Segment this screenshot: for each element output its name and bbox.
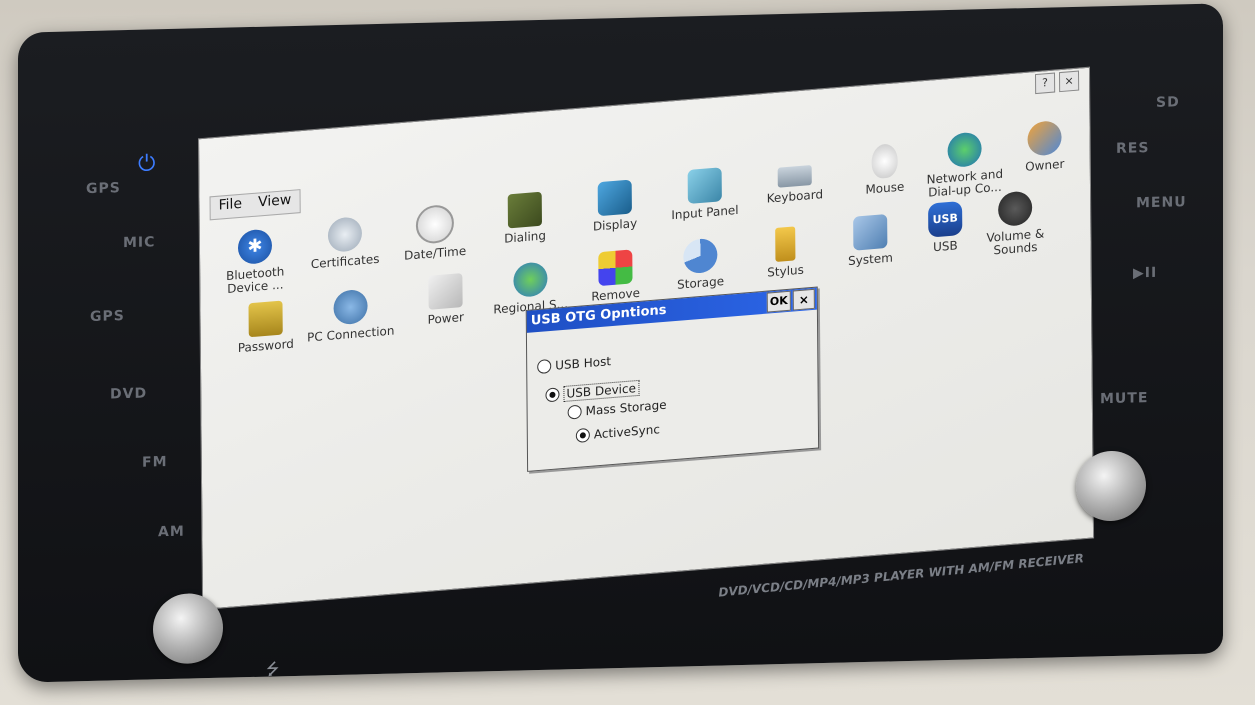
photo-scene: ⏻ GPS MIC GPS DVD FM AM SD RES MENU ▶II … xyxy=(0,0,1255,705)
window-title-buttons: ? × xyxy=(1034,70,1080,95)
keyboard-icon xyxy=(777,165,812,188)
right-tuning-knob[interactable] xyxy=(1076,450,1146,522)
power-plug-icon xyxy=(428,273,463,310)
ok-button[interactable]: OK xyxy=(766,290,791,313)
option-mass-storage[interactable]: Mass Storage xyxy=(567,397,667,420)
right-button-mute[interactable]: MUTE xyxy=(1100,390,1148,407)
owner-icon xyxy=(1027,119,1062,157)
storage-pie-icon xyxy=(683,237,718,275)
control-panel-network[interactable]: Network and Dial-up Co... xyxy=(919,129,1010,200)
control-panel-volume[interactable]: Volume & Sounds xyxy=(970,188,1061,259)
control-panel-password[interactable]: Password xyxy=(220,298,310,356)
globe-icon xyxy=(513,261,548,298)
lock-icon xyxy=(248,300,283,338)
system-icon xyxy=(853,213,888,251)
control-panel-datetime[interactable]: Date/Time xyxy=(390,202,480,264)
control-panel-keyboard[interactable]: Keyboard xyxy=(750,153,840,207)
icon-label: Input Panel xyxy=(671,202,739,223)
icon-label: Power xyxy=(427,309,464,327)
control-panel-mouse[interactable]: Mouse xyxy=(840,141,930,199)
option-label: USB Host xyxy=(555,354,612,373)
control-panel-stylus[interactable]: Stylus xyxy=(740,224,830,282)
left-button-dvd[interactable]: DVD xyxy=(110,386,147,403)
radio-usb-host[interactable] xyxy=(537,358,552,375)
car-stereo-unit: ⏻ GPS MIC GPS DVD FM AM SD RES MENU ▶II … xyxy=(18,3,1223,683)
close-button[interactable]: × xyxy=(1058,70,1080,93)
option-activesync[interactable]: ActiveSync xyxy=(575,422,660,443)
left-button-am[interactable]: AM xyxy=(158,524,185,541)
menu-bar: File View xyxy=(209,189,301,221)
control-panel-power[interactable]: Power xyxy=(400,271,490,329)
icon-label: Password xyxy=(237,336,294,356)
network-icon xyxy=(947,131,982,169)
control-panel-remove[interactable]: Remove xyxy=(570,247,660,305)
certificates-icon xyxy=(327,216,363,253)
icon-label: Date/Time xyxy=(404,243,467,263)
clock-icon xyxy=(415,203,455,245)
usb-port-icon: ⭍ xyxy=(266,659,280,679)
dialog-close-button[interactable]: × xyxy=(792,288,815,311)
control-panel-storage[interactable]: Storage xyxy=(655,235,745,293)
right-button-res[interactable]: RES xyxy=(1116,140,1149,157)
option-usb-device[interactable]: USB Device xyxy=(545,379,640,403)
left-button-mic[interactable]: MIC xyxy=(123,234,155,251)
menu-view[interactable]: View xyxy=(250,190,299,216)
right-button-menu[interactable]: MENU xyxy=(1136,194,1187,211)
power-icon[interactable]: ⏻ xyxy=(138,151,155,176)
menu-file[interactable]: File xyxy=(211,194,251,219)
phone-icon xyxy=(507,191,542,229)
usb-icon: USB xyxy=(928,200,963,238)
mouse-icon xyxy=(871,143,898,180)
control-panel-input-panel[interactable]: Input Panel xyxy=(660,165,750,223)
option-label: ActiveSync xyxy=(593,422,660,442)
icon-label: Certificates xyxy=(310,251,380,272)
icon-label: Mouse xyxy=(865,179,905,197)
display-icon xyxy=(597,179,632,217)
remove-programs-icon xyxy=(598,249,633,287)
left-button-fm[interactable]: FM xyxy=(142,454,168,471)
control-panel-pc-connection[interactable]: PC Connection xyxy=(305,286,395,345)
radio-activesync[interactable] xyxy=(575,427,590,443)
input-panel-icon xyxy=(687,167,722,204)
icon-label: PC Connection xyxy=(307,323,395,345)
option-label: USB Device xyxy=(563,379,640,402)
icon-label: Keyboard xyxy=(766,187,824,206)
pc-connection-icon xyxy=(333,288,368,326)
control-panel-owner[interactable]: Owner xyxy=(999,118,1089,176)
icon-label: Display xyxy=(592,216,638,234)
speaker-icon xyxy=(998,190,1033,228)
icon-label: Storage xyxy=(677,274,725,292)
radio-usb-device[interactable] xyxy=(545,387,560,403)
control-panel-certificates[interactable]: Certificates xyxy=(300,214,390,272)
stylus-icon xyxy=(775,226,796,262)
bluetooth-icon: ✱ xyxy=(237,228,273,266)
icon-label: Volume & Sounds xyxy=(986,226,1045,258)
control-panel-dialing[interactable]: Dialing xyxy=(480,189,570,247)
icon-label: Stylus xyxy=(767,262,804,280)
icon-label: Owner xyxy=(1025,156,1065,174)
right-button-play-pause[interactable]: ▶II xyxy=(1133,265,1157,282)
left-volume-knob[interactable] xyxy=(153,592,223,665)
device-screen: ? × File View ✱ Bluetooth Device ... Cer… xyxy=(198,66,1095,611)
help-button[interactable]: ? xyxy=(1034,72,1056,95)
option-label: Mass Storage xyxy=(585,397,667,419)
control-panel-bluetooth[interactable]: ✱ Bluetooth Device ... xyxy=(210,226,301,297)
right-button-sd[interactable]: SD xyxy=(1156,94,1180,111)
icon-label: Dialing xyxy=(504,228,547,246)
option-usb-host[interactable]: USB Host xyxy=(537,354,612,375)
left-button-gps-2[interactable]: GPS xyxy=(90,308,125,325)
control-panel-display[interactable]: Display xyxy=(570,177,660,235)
left-button-gps[interactable]: GPS xyxy=(86,180,121,197)
radio-mass-storage[interactable] xyxy=(567,404,582,420)
usb-otg-options-dialog: USB OTG Opntions OK × USB Host USB Devic… xyxy=(525,286,820,472)
icon-label: Bluetooth Device ... xyxy=(226,264,285,296)
